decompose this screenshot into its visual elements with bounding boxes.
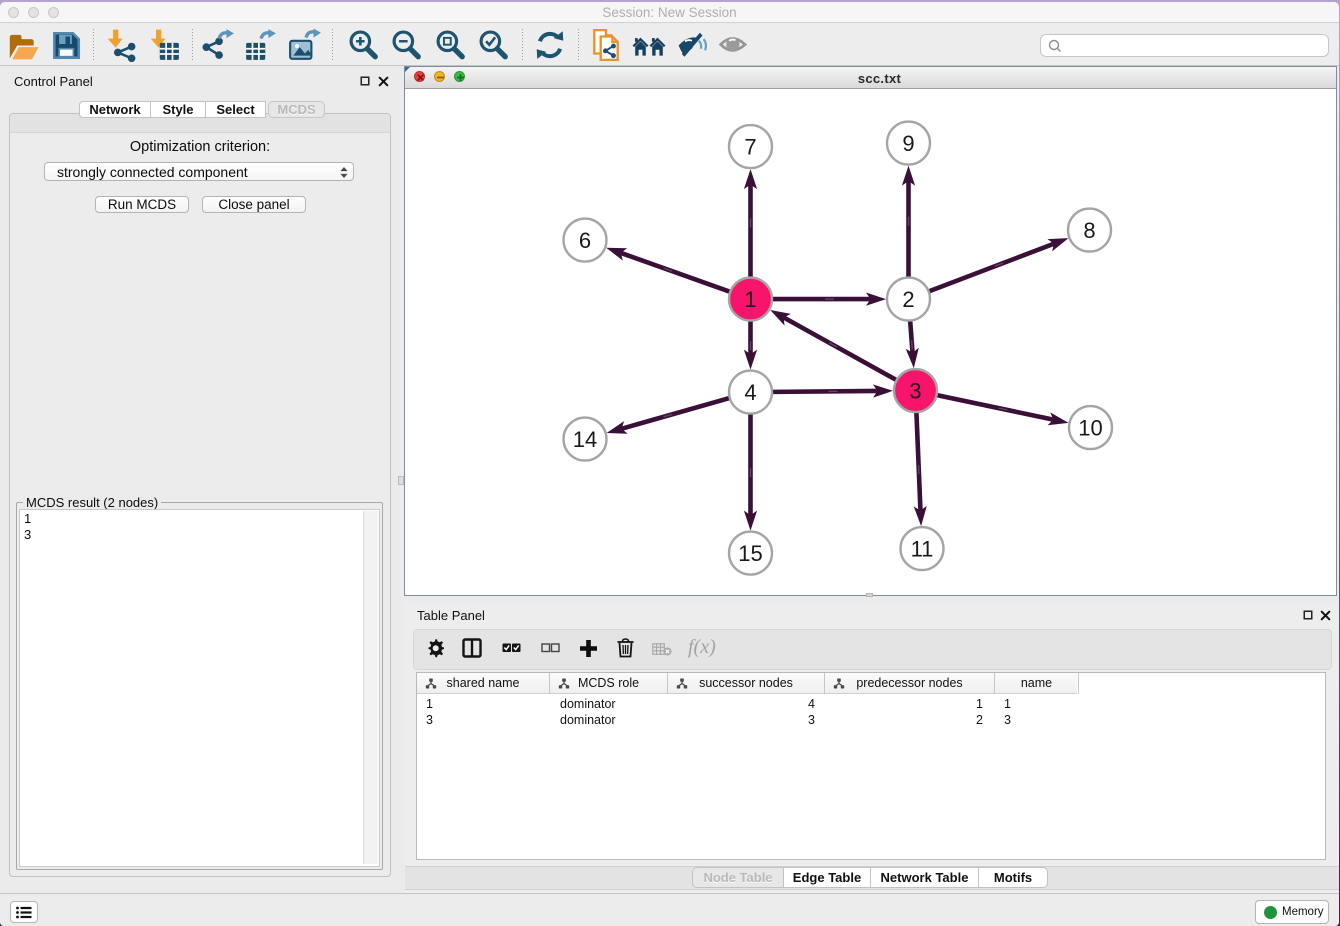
- svg-text:9: 9: [902, 131, 914, 156]
- svg-text:2: 2: [902, 287, 914, 312]
- svg-text:6: 6: [579, 228, 591, 253]
- svg-text:7: 7: [744, 135, 756, 160]
- svg-text:11: 11: [911, 537, 934, 562]
- svg-text:3: 3: [909, 379, 921, 404]
- svg-text:10: 10: [1078, 416, 1102, 441]
- svg-text:1: 1: [744, 287, 756, 312]
- svg-text:15: 15: [738, 541, 762, 566]
- svg-text:14: 14: [573, 427, 597, 452]
- svg-text:8: 8: [1083, 218, 1095, 243]
- svg-text:4: 4: [744, 380, 756, 405]
